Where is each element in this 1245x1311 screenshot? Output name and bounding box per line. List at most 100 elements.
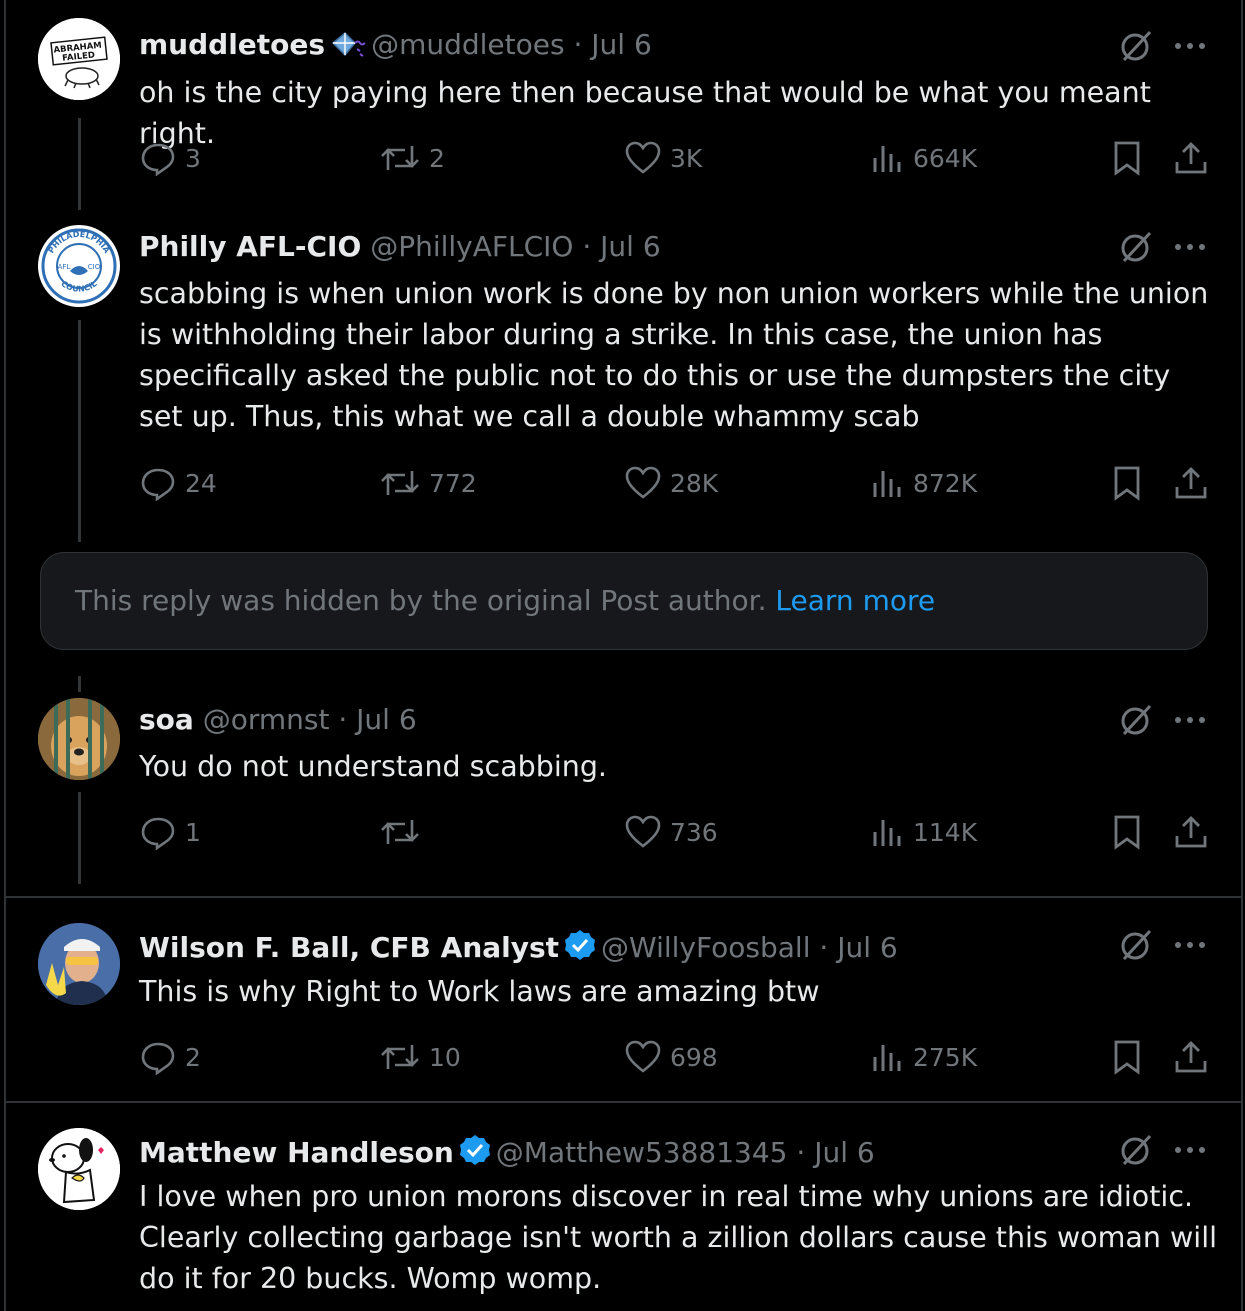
post-date[interactable]: Jul 6 xyxy=(600,230,661,263)
post-date[interactable]: Jul 6 xyxy=(356,703,417,736)
more-icon[interactable] xyxy=(1172,36,1208,56)
grok-icon[interactable] xyxy=(1118,702,1154,738)
avatar-image: ABRAHAM FAILED xyxy=(38,18,120,100)
post-date[interactable]: Jul 6 xyxy=(591,28,652,61)
like-count: 28K xyxy=(670,468,719,498)
repost-button[interactable]: 2 xyxy=(379,138,445,178)
reply-button[interactable]: 3 xyxy=(139,138,201,178)
avatar[interactable]: ABRAHAM FAILED xyxy=(38,18,120,100)
display-name[interactable]: Philly AFL-CIO xyxy=(139,230,361,263)
post-actions: 2 10 698 275K xyxy=(139,1037,1214,1077)
bookmark-icon xyxy=(1114,815,1140,850)
reply-button[interactable]: 24 xyxy=(139,463,217,503)
like-icon xyxy=(625,466,661,499)
verified-badge-icon xyxy=(458,1133,492,1175)
post-header: muddletoes @muddletoes · Jul 6 xyxy=(139,28,652,67)
post-date[interactable]: Jul 6 xyxy=(814,1136,875,1169)
share-button[interactable] xyxy=(1173,463,1217,503)
repost-icon xyxy=(381,471,419,495)
post-header: Philly AFL-CIO @PhillyAFLCIO · Jul 6 xyxy=(139,230,661,264)
views-count: 275K xyxy=(913,1042,978,1072)
views-icon xyxy=(873,1045,901,1071)
views-button[interactable]: 114K xyxy=(869,812,977,852)
grok-icon[interactable] xyxy=(1118,28,1154,64)
more-icon[interactable] xyxy=(1172,710,1208,730)
grok-icon[interactable] xyxy=(1118,927,1154,963)
bookmark-icon xyxy=(1114,466,1140,501)
learn-more-link[interactable]: Learn more xyxy=(775,584,935,617)
separator: · xyxy=(819,931,829,964)
display-name[interactable]: muddletoes xyxy=(139,28,325,61)
separator: · xyxy=(796,1136,806,1169)
bookmark-button[interactable] xyxy=(1111,812,1151,852)
like-button[interactable]: 28K xyxy=(624,463,718,503)
reply-button[interactable]: 2 xyxy=(139,1037,201,1077)
share-button[interactable] xyxy=(1173,1037,1217,1077)
reply-icon xyxy=(141,143,175,176)
views-button[interactable]: 275K xyxy=(869,1037,977,1077)
post-header: soa @ormnst · Jul 6 xyxy=(139,703,417,737)
user-handle[interactable]: @muddletoes xyxy=(371,28,565,61)
repost-count: 772 xyxy=(429,468,477,498)
avatar[interactable] xyxy=(38,923,120,1005)
post-text: scabbing is when union work is done by n… xyxy=(139,277,1209,433)
views-icon xyxy=(873,471,901,497)
bookmark-button[interactable] xyxy=(1111,1037,1151,1077)
views-button[interactable]: 872K xyxy=(869,463,977,503)
post-text: You do not understand scabbing. xyxy=(139,750,607,783)
views-button[interactable]: 664K xyxy=(869,138,977,178)
post-text: This is why Right to Work laws are amazi… xyxy=(139,975,820,1008)
column-border-left xyxy=(4,0,6,1311)
avatar-image xyxy=(38,698,120,780)
user-handle[interactable]: @ormnst xyxy=(203,703,330,736)
avatar[interactable] xyxy=(38,698,120,780)
post-text: I love when pro union morons discover in… xyxy=(139,1180,1218,1295)
like-button[interactable]: 736 xyxy=(624,812,718,852)
share-button[interactable] xyxy=(1173,812,1217,852)
views-count: 872K xyxy=(913,468,978,498)
like-button[interactable]: 698 xyxy=(624,1037,718,1077)
grok-icon[interactable] xyxy=(1118,229,1154,265)
like-count: 736 xyxy=(670,817,718,847)
column-border-right xyxy=(1241,0,1243,1311)
reply-button[interactable]: 1 xyxy=(139,812,201,852)
user-handle[interactable]: @WillyFoosball xyxy=(601,931,810,964)
post-header: Matthew Handleson @Matthew53881345 · Jul … xyxy=(139,1133,875,1175)
display-name[interactable]: Wilson F. Ball, CFB Analyst xyxy=(139,931,559,964)
separator: · xyxy=(338,703,348,736)
verified-badge-icon xyxy=(563,928,597,970)
post-date[interactable]: Jul 6 xyxy=(837,931,898,964)
display-name[interactable]: Matthew Handleson xyxy=(139,1136,454,1169)
reply-icon xyxy=(141,468,175,501)
repost-count: 2 xyxy=(429,143,445,173)
more-icon[interactable] xyxy=(1172,1140,1208,1160)
bookmark-button[interactable] xyxy=(1111,463,1151,503)
like-button[interactable]: 3K xyxy=(624,138,702,178)
grok-icon[interactable] xyxy=(1118,1132,1154,1168)
display-name[interactable]: soa xyxy=(139,703,194,736)
repost-icon xyxy=(381,820,419,844)
bookmark-icon xyxy=(1114,1040,1140,1075)
post-divider xyxy=(6,1101,1241,1103)
separator: · xyxy=(573,28,583,61)
user-handle[interactable]: @PhillyAFLCIO xyxy=(370,230,573,263)
like-icon xyxy=(625,141,661,174)
more-icon[interactable] xyxy=(1172,935,1208,955)
reply-count: 1 xyxy=(185,817,201,847)
repost-button[interactable]: 10 xyxy=(379,1037,461,1077)
like-count: 698 xyxy=(670,1042,718,1072)
hidden-reply-notice: This reply was hidden by the original Po… xyxy=(40,552,1208,650)
share-button[interactable] xyxy=(1173,138,1217,178)
bookmark-button[interactable] xyxy=(1111,138,1151,178)
user-handle[interactable]: @Matthew53881345 xyxy=(496,1136,788,1169)
avatar-image xyxy=(38,923,120,1005)
reply-count: 24 xyxy=(185,468,217,498)
share-icon xyxy=(1175,142,1207,174)
repost-button[interactable]: 772 xyxy=(379,463,477,503)
avatar[interactable]: PHILADELPHIA AFL CIO COUNCIL xyxy=(38,225,120,307)
repost-button[interactable] xyxy=(379,812,429,852)
avatar[interactable] xyxy=(38,1128,120,1210)
more-icon[interactable] xyxy=(1172,237,1208,257)
post-header: Wilson F. Ball, CFB Analyst @WillyFoosbal… xyxy=(139,928,898,970)
avatar-text-afl: AFL xyxy=(58,263,71,271)
